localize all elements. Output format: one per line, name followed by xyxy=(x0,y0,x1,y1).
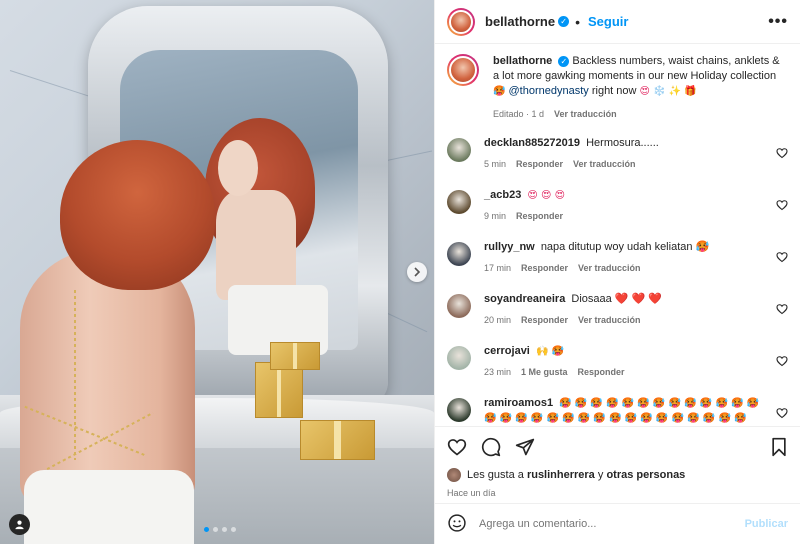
reply-button[interactable]: Responder xyxy=(521,261,568,276)
comment-time: 9 min xyxy=(484,211,507,221)
comment: decklan885272019 Hermosura...... 5 min Re… xyxy=(447,136,788,172)
verified-badge-icon: ✓ xyxy=(558,16,570,27)
heart-icon[interactable] xyxy=(776,250,788,263)
comment-icon[interactable] xyxy=(481,437,501,460)
reply-button[interactable]: Responder xyxy=(521,313,568,328)
chevron-right-icon[interactable] xyxy=(407,262,427,282)
post-details-pane: bellathorne ✓ • Seguir ••• bellathorne ✓ … xyxy=(434,0,800,544)
avatar[interactable] xyxy=(447,138,471,162)
heart-icon[interactable] xyxy=(776,302,788,315)
post-comment-button[interactable]: Publicar xyxy=(745,518,788,530)
comment-time: 17 min xyxy=(484,263,512,273)
follow-button[interactable]: Seguir xyxy=(588,14,628,29)
comment-username[interactable]: soyandreaneira xyxy=(484,293,565,305)
avatar[interactable] xyxy=(447,294,471,318)
comment-username[interactable]: rullyy_nw xyxy=(484,241,535,253)
comment-time: 5 min xyxy=(484,159,507,169)
heart-icon[interactable] xyxy=(776,146,788,159)
liker-username[interactable]: ruslinherrera xyxy=(527,469,595,481)
avatar[interactable] xyxy=(447,242,471,266)
comment-text: 🙌 🥵 xyxy=(535,346,565,357)
likes-summary[interactable]: Les gusta a ruslinherrera y otras person… xyxy=(447,468,788,482)
comments-list[interactable]: bellathorne ✓ Backless numbers, waist cha… xyxy=(435,44,800,426)
carousel-dot xyxy=(222,527,227,532)
avatar[interactable] xyxy=(447,190,471,214)
likes-prefix: Les gusta a xyxy=(467,469,524,481)
reply-button[interactable]: Responder xyxy=(578,365,625,380)
comment: rullyy_nw napa ditutup woy udah keliatan… xyxy=(447,240,788,276)
action-bar: Les gusta a ruslinherrera y otras person… xyxy=(435,426,800,498)
avatar[interactable] xyxy=(447,7,475,36)
more-options-icon[interactable]: ••• xyxy=(768,13,788,31)
header-username[interactable]: bellathorne xyxy=(485,14,555,29)
comment-username[interactable]: _acb23 xyxy=(484,189,521,201)
mention-link[interactable]: @thornedynasty xyxy=(509,85,589,97)
reflection-body xyxy=(216,190,296,300)
caption-time: 1 d xyxy=(531,109,545,119)
comment: _acb23 😍 😍 😍 9 min Responder xyxy=(447,188,788,224)
heart-icon[interactable] xyxy=(776,406,788,419)
comment-input[interactable] xyxy=(479,518,745,530)
caption-emoji: 🥵 xyxy=(493,86,506,97)
comment-text: napa ditutup woy udah keliatan 🥵 xyxy=(540,241,710,253)
translate-button[interactable]: Ver traducción xyxy=(578,313,641,328)
share-icon[interactable] xyxy=(515,437,535,460)
user-tag-icon[interactable] xyxy=(9,514,30,535)
comment: cerrojavi 🙌 🥵 23 min 1 Me gusta Responder xyxy=(447,344,788,380)
likes-joiner: y xyxy=(597,469,604,481)
carousel-dots xyxy=(204,527,236,532)
comment-username[interactable]: decklan885272019 xyxy=(484,137,580,149)
translate-button[interactable]: Ver traducción xyxy=(573,157,636,172)
woman-hair xyxy=(60,140,215,290)
comment-likes[interactable]: 1 Me gusta xyxy=(521,365,568,380)
avatar[interactable] xyxy=(447,346,471,370)
avatar[interactable] xyxy=(447,398,471,422)
add-comment-bar: Publicar xyxy=(435,503,800,544)
emoji-icon[interactable] xyxy=(447,513,467,536)
reply-button[interactable]: Responder xyxy=(516,157,563,172)
reflection-face xyxy=(218,140,258,196)
comment-text: 😍 😍 😍 xyxy=(527,190,566,201)
post-timestamp: Hace un día xyxy=(447,488,496,498)
woman-skirt xyxy=(24,470,194,544)
comment-text: Diosaaa ❤️ ❤️ ❤️ xyxy=(571,293,663,305)
heart-icon[interactable] xyxy=(776,354,788,367)
translate-button[interactable]: Ver traducción xyxy=(578,261,641,276)
gift-box xyxy=(270,342,320,370)
caption-username[interactable]: bellathorne xyxy=(493,55,552,67)
caption-text-tail: right now xyxy=(591,85,637,97)
comment-username[interactable]: ramiroamos1 xyxy=(484,397,553,409)
heart-icon[interactable] xyxy=(776,198,788,211)
comment: ramiroamos1 🥵 🥵 🥵 🥵 🥵 🥵 🥵 🥵 🥵 🥵 🥵 🥵 🥵 🥵 … xyxy=(447,396,788,426)
comment-time: 23 min xyxy=(484,367,512,377)
comment-container: decklan885272019 Hermosura...... 5 min Re… xyxy=(447,136,788,426)
avatar[interactable] xyxy=(447,54,479,86)
comment-time: 20 min xyxy=(484,315,512,325)
carousel-dot xyxy=(231,527,236,532)
caption-emoji-tail: 😍 ❄️ ✨ 🎁 xyxy=(639,86,697,97)
comment: soyandreaneira Diosaaa ❤️ ❤️ ❤️ 20 min Re… xyxy=(447,292,788,328)
gift-box xyxy=(300,420,375,460)
carousel-dot xyxy=(213,527,218,532)
translate-button[interactable]: Ver traducción xyxy=(554,107,617,122)
verified-badge-icon: ✓ xyxy=(558,56,570,67)
separator: • xyxy=(575,13,580,30)
edited-label: Editado xyxy=(493,109,524,119)
comment-username[interactable]: cerrojavi xyxy=(484,345,530,357)
wall-texture xyxy=(9,70,96,99)
reply-button[interactable]: Responder xyxy=(516,209,563,224)
bookmark-icon[interactable] xyxy=(770,437,788,460)
post-header: bellathorne ✓ • Seguir ••• xyxy=(435,0,800,44)
caption: bellathorne ✓ Backless numbers, waist cha… xyxy=(447,54,788,122)
liker-avatar xyxy=(447,468,461,482)
gift-box xyxy=(255,362,303,418)
other-likers-link[interactable]: otras personas xyxy=(606,469,685,481)
post-photo[interactable] xyxy=(0,0,434,544)
comment-text: Hermosura...... xyxy=(586,137,659,149)
carousel-dot xyxy=(204,527,209,532)
heart-icon[interactable] xyxy=(447,437,467,460)
back-chain xyxy=(74,290,76,460)
